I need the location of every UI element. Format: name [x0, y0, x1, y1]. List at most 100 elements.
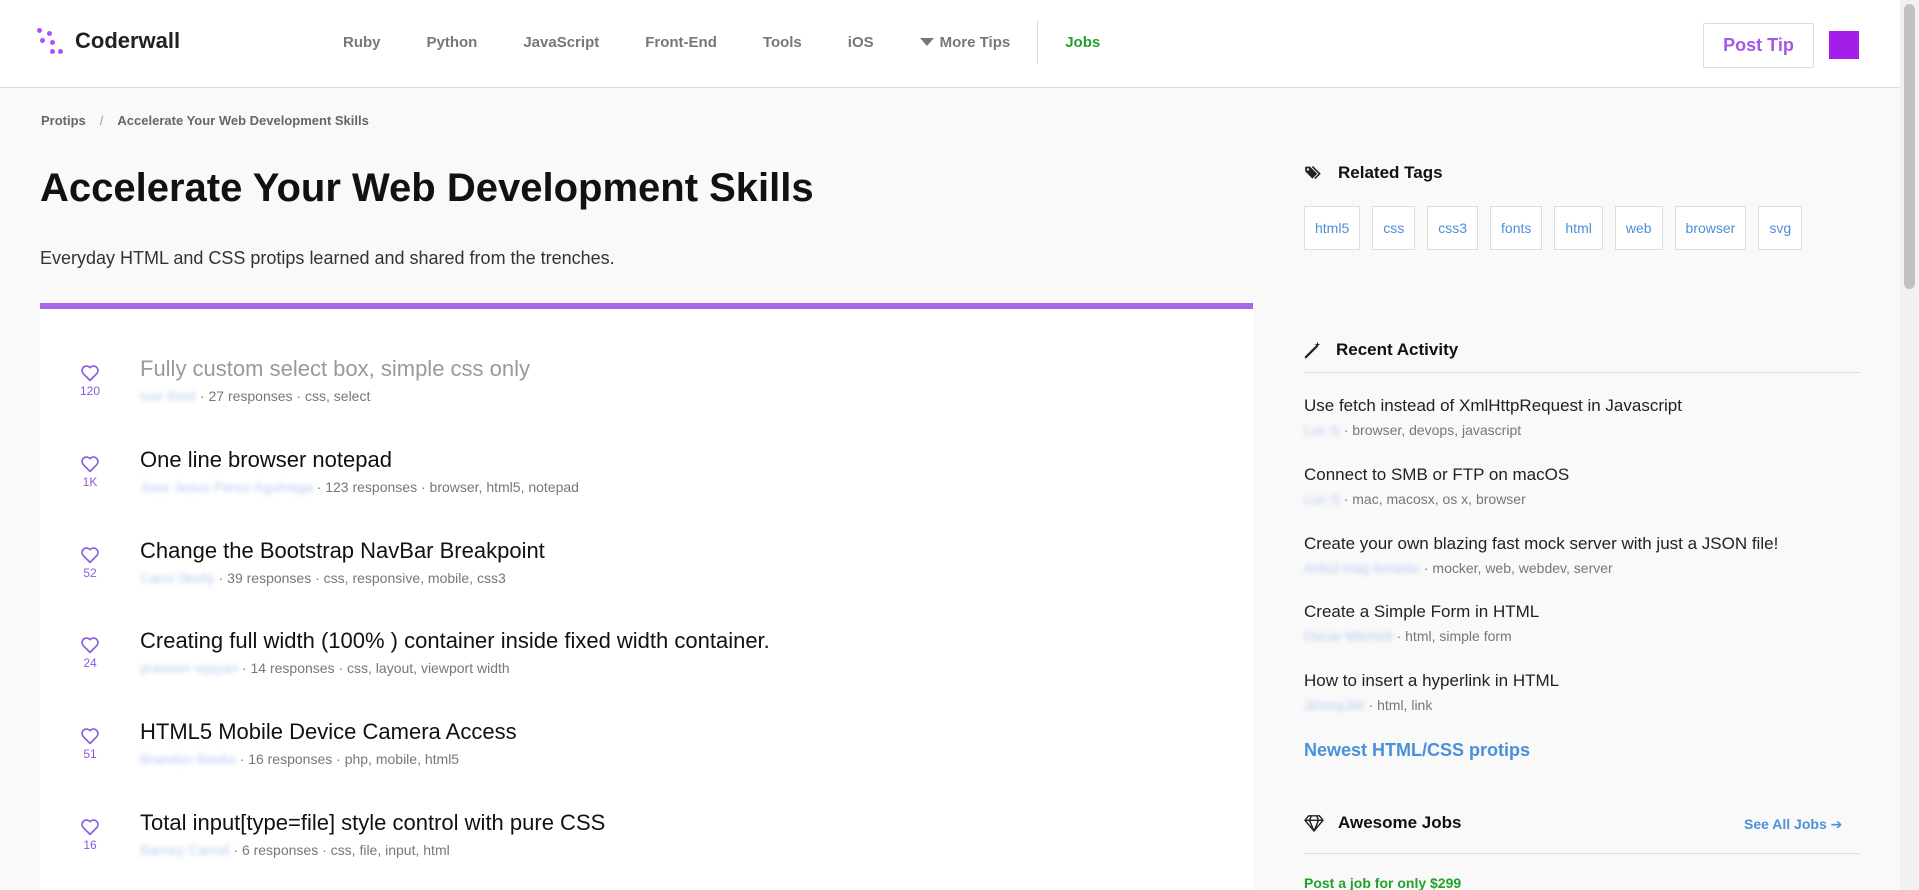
protip-tags[interactable]: browser, html5, notepad [430, 479, 579, 495]
activity-title[interactable]: How to insert a hyperlink in HTML [1304, 671, 1860, 691]
activity-title[interactable]: Use fetch instead of XmlHttpRequest in J… [1304, 396, 1860, 416]
protip-item: 24 Creating full width (100% ) container… [40, 628, 1253, 708]
protip-title[interactable]: Change the Bootstrap NavBar Breakpoint [140, 538, 545, 564]
avatar[interactable] [1829, 31, 1859, 59]
nav-front-end[interactable]: Front-End [645, 34, 717, 51]
nav-ios[interactable]: iOS [848, 34, 874, 51]
protip-author[interactable]: praveen vijayan [140, 660, 238, 676]
activity-author[interactable]: Luc S [1304, 422, 1340, 438]
page-scrollbar[interactable] [1900, 0, 1919, 890]
protip-meta: Brandon Beeks · 16 responses · php, mobi… [140, 751, 460, 767]
activity-meta: Luc S · mac, macosx, os x, browser [1304, 491, 1526, 507]
tag-css[interactable]: css [1372, 206, 1416, 250]
activity-tags[interactable]: html, simple form [1405, 628, 1512, 644]
logo[interactable]: Coderwall [37, 28, 180, 54]
protip-title[interactable]: Total input[type=file] style control wit… [140, 810, 605, 836]
activity-item: Connect to SMB or FTP on macOS Luc S · m… [1304, 465, 1860, 507]
activity-author[interactable]: Luc S [1304, 491, 1340, 507]
activity-meta: JimmyJW · html, link [1304, 697, 1433, 713]
protip-author[interactable]: Brandon Beeks [140, 751, 236, 767]
activity-meta: Oscar Mitchell · html, simple form [1304, 628, 1512, 644]
nav-javascript[interactable]: JavaScript [523, 34, 599, 51]
protip-responses[interactable]: 14 responses [251, 660, 335, 676]
activity-author[interactable]: Oscar Mitchell [1304, 628, 1393, 644]
protip-title[interactable]: HTML5 Mobile Device Camera Access [140, 719, 517, 745]
newest-protips-link[interactable]: Newest HTML/CSS protips [1304, 740, 1530, 761]
activity-tags[interactable]: mac, macosx, os x, browser [1352, 491, 1526, 507]
protip-title[interactable]: One line browser notepad [140, 447, 392, 473]
like-button[interactable]: 52 [70, 538, 110, 580]
magic-wand-icon [1304, 341, 1321, 359]
see-all-jobs-label: See All Jobs [1744, 816, 1827, 832]
protip-tags[interactable]: php, mobile, html5 [345, 751, 459, 767]
like-button[interactable]: 24 [70, 628, 110, 670]
protip-author[interactable]: Barney Carroll [140, 842, 229, 858]
scrollbar-thumb[interactable] [1904, 4, 1915, 289]
like-count: 51 [83, 747, 97, 761]
nav-more-tips[interactable]: More Tips [919, 33, 1011, 51]
like-button[interactable]: 51 [70, 719, 110, 761]
nav-tools[interactable]: Tools [763, 34, 802, 51]
like-button[interactable]: 16 [70, 810, 110, 852]
post-tip-button[interactable]: Post Tip [1703, 23, 1814, 68]
tag-browser[interactable]: browser [1674, 206, 1747, 250]
protip-item: 1K One line browser notepad Jose Jesus P… [40, 447, 1253, 527]
protip-author[interactable]: Carol Skelly [140, 570, 215, 586]
nav-python[interactable]: Python [427, 34, 478, 51]
caret-down-icon [919, 38, 934, 46]
like-button[interactable]: 1K [70, 447, 110, 489]
protip-author[interactable]: Ivor Reid [140, 388, 196, 404]
recent-activity-label: Recent Activity [1336, 340, 1459, 359]
nav-ruby[interactable]: Ruby [343, 34, 381, 51]
related-tags-label: Related Tags [1338, 163, 1443, 182]
breadcrumb-protips[interactable]: Protips [41, 113, 86, 128]
protip-responses[interactable]: 123 responses [325, 479, 417, 495]
tags-icon [1305, 166, 1321, 180]
protip-tags[interactable]: css, select [305, 388, 370, 404]
protip-tags[interactable]: css, responsive, mobile, css3 [324, 570, 506, 586]
activity-tags[interactable]: mocker, web, webdev, server [1432, 560, 1612, 576]
see-all-jobs-link[interactable]: See All Jobs ➔ [1744, 816, 1842, 833]
activity-title[interactable]: Create a Simple Form in HTML [1304, 602, 1860, 622]
post-job-link[interactable]: Post a job for only $299 [1304, 875, 1461, 890]
breadcrumb-separator: / [99, 113, 104, 128]
activity-tags[interactable]: browser, devops, javascript [1352, 422, 1521, 438]
logo-text: Coderwall [75, 28, 181, 53]
activity-author[interactable]: Ankul Haq Amanto [1304, 560, 1420, 576]
nav-jobs[interactable]: Jobs [1065, 34, 1100, 51]
activity-tags[interactable]: html, link [1377, 697, 1432, 713]
tag-fonts[interactable]: fonts [1490, 206, 1543, 250]
protip-responses[interactable]: 39 responses [227, 570, 311, 586]
arrow-right-icon: ➔ [1830, 816, 1843, 832]
protip-tags[interactable]: css, file, input, html [331, 842, 450, 858]
more-tips-label: More Tips [939, 33, 1011, 51]
activity-item: How to insert a hyperlink in HTML JimmyJ… [1304, 671, 1860, 713]
tag-css3[interactable]: css3 [1427, 206, 1479, 250]
tag-html[interactable]: html [1554, 206, 1603, 250]
tag-svg[interactable]: svg [1758, 206, 1803, 250]
heart-icon [81, 547, 99, 564]
protip-responses[interactable]: 6 responses [242, 842, 318, 858]
protip-title[interactable]: Creating full width (100% ) container in… [140, 628, 770, 654]
like-button[interactable]: 120 [70, 356, 110, 398]
protip-responses[interactable]: 27 responses [208, 388, 292, 404]
tag-web[interactable]: web [1614, 206, 1663, 250]
protip-meta: praveen vijayan · 14 responses · css, la… [140, 660, 510, 676]
like-count: 1K [82, 475, 98, 489]
activity-title[interactable]: Create your own blazing fast mock server… [1304, 534, 1860, 554]
protip-title[interactable]: Fully custom select box, simple css only [140, 356, 530, 382]
breadcrumb-current[interactable]: Accelerate Your Web Development Skills [117, 113, 368, 128]
like-count: 16 [83, 838, 97, 852]
protip-item: 51 HTML5 Mobile Device Camera Access Bra… [40, 719, 1253, 799]
protip-meta: Barney Carroll · 6 responses · css, file… [140, 842, 450, 858]
heart-icon [81, 728, 99, 745]
protip-responses[interactable]: 16 responses [248, 751, 332, 767]
like-count: 52 [83, 566, 97, 580]
activity-author[interactable]: JimmyJW [1304, 697, 1365, 713]
recent-activity-heading: Recent Activity [1304, 340, 1458, 360]
tag-html5[interactable]: html5 [1304, 206, 1361, 250]
protip-tags[interactable]: css, layout, viewport width [347, 660, 510, 676]
activity-title[interactable]: Connect to SMB or FTP on macOS [1304, 465, 1860, 485]
protip-author[interactable]: Jose Jesus Perez Aguinaga [140, 479, 313, 495]
like-count: 120 [79, 384, 101, 398]
